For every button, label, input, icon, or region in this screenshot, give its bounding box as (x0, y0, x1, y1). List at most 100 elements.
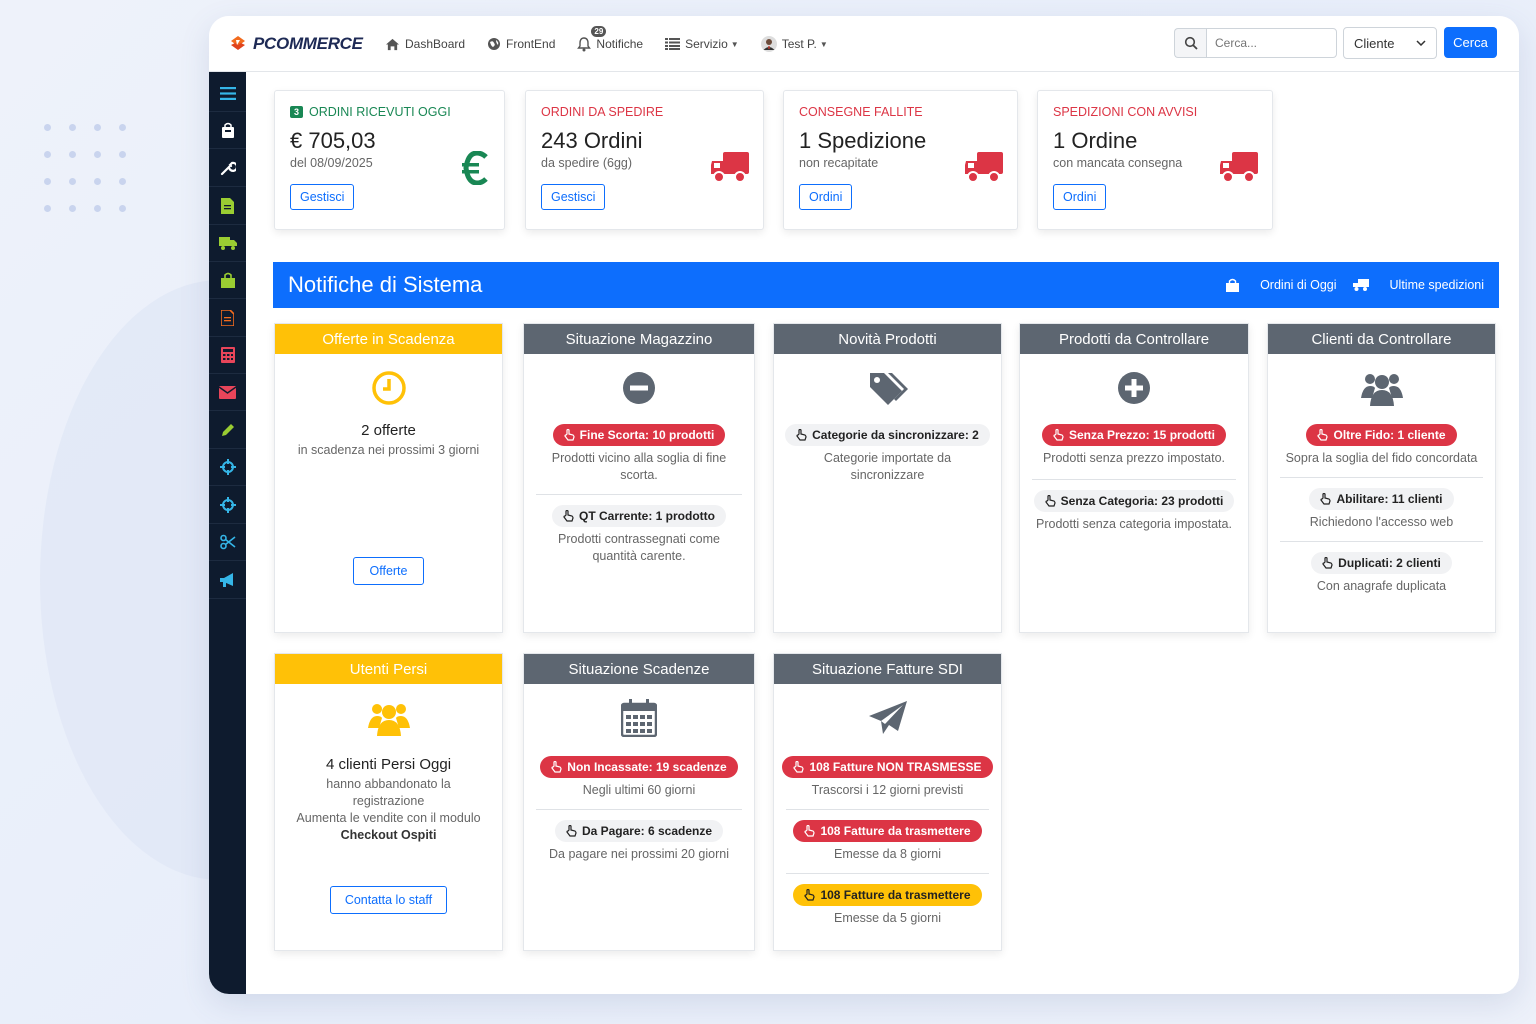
search-button[interactable]: Cerca (1444, 27, 1497, 58)
duplicati-text: Con anagrafe duplicata (1316, 579, 1447, 593)
categorie-text: Categorie importate da sincronizzare (823, 451, 952, 482)
background-dots (44, 124, 134, 219)
search-scope-select[interactable]: Cliente (1343, 27, 1437, 59)
fatture-da-trasmettere-warning-pill[interactable]: 108 Fatture da trasmettere (793, 884, 982, 906)
panel-situazione-magazzino: Situazione Magazzino Fine Scorta: 10 pro… (523, 323, 755, 633)
bag-icon (1226, 278, 1240, 292)
truck-icon (711, 152, 749, 183)
pill-label: Categorie da sincronizzare: 2 (812, 428, 979, 442)
sidebar-truck-icon[interactable] (209, 225, 246, 262)
brand-name: PCOMMERCE (253, 34, 363, 53)
offerte-button[interactable]: Offerte (352, 557, 425, 585)
caret-down-icon: ▼ (730, 39, 739, 49)
panel-utenti-persi: Utenti Persi 4 clienti Persi Oggi hanno … (274, 653, 503, 951)
sidebar-bag-icon[interactable] (209, 262, 246, 299)
categorie-pill[interactable]: Categorie da sincronizzare: 2 (785, 424, 990, 446)
oltre-fido-pill[interactable]: Oltre Fido: 1 cliente (1306, 424, 1457, 446)
sidebar (209, 72, 246, 994)
sidebar-crosshair-icon-2[interactable] (209, 487, 246, 524)
senza-categoria-pill[interactable]: Senza Categoria: 23 prodotti (1033, 490, 1235, 512)
sidebar-mail-icon[interactable] (209, 374, 246, 411)
sidebar-calculator-icon[interactable] (209, 337, 246, 374)
sidebar-invoice-icon[interactable] (209, 300, 246, 337)
divider (536, 494, 742, 495)
panel-fatture-sdi: Situazione Fatture SDI 108 Fatture NON T… (773, 653, 1002, 951)
nav-servizio[interactable]: Servizio ▼ (665, 37, 739, 51)
ordini-di-oggi-link[interactable]: Ordini di Oggi (1226, 278, 1337, 292)
sidebar-scissors-icon[interactable] (209, 524, 246, 561)
euro-icon (462, 151, 488, 185)
da-pagare-pill[interactable]: Da Pagare: 6 scadenze (554, 820, 724, 842)
stat-label: CONSEGNE FALLITE (799, 105, 923, 119)
checkout-ospiti-label: Checkout Ospiti (340, 828, 437, 842)
stat-label: SPEDIZIONI CON AVVISI (1053, 105, 1198, 119)
nav-user-menu[interactable]: Test P. ▼ (760, 36, 828, 52)
brand-logo[interactable]: PCOMMERCE (227, 33, 363, 55)
duplicati-pill[interactable]: Duplicati: 2 clienti (1311, 552, 1452, 574)
panel-title: Clienti da Controllare (1268, 324, 1495, 354)
senza-prezzo-pill[interactable]: Senza Prezzo: 15 prodotti (1041, 424, 1227, 446)
divider (786, 873, 989, 874)
contatta-staff-button[interactable]: Contatta lo staff (329, 886, 448, 914)
avatar (760, 36, 777, 52)
sidebar-pencil-icon[interactable] (209, 412, 246, 449)
ordini-button[interactable]: Ordini (1053, 184, 1107, 210)
ultime-spedizioni-label: Ultime spedizioni (1389, 278, 1484, 292)
nav-notifiche[interactable]: 29 Notifiche (577, 25, 643, 52)
ultime-spedizioni-link[interactable]: Ultime spedizioni (1352, 278, 1484, 292)
pill-label: Senza Prezzo: 15 prodotti (1068, 428, 1216, 442)
stat-card-ordini-oggi: 3 ORDINI RICEVUTI OGGI € 705,03 del 08/0… (274, 90, 505, 230)
gestisci-button[interactable]: Gestisci (290, 184, 355, 210)
logo-icon (227, 33, 249, 55)
plus-circle-icon (1020, 368, 1248, 408)
panel-title: Situazione Magazzino (524, 324, 754, 354)
ordini-di-oggi-label: Ordini di Oggi (1260, 278, 1337, 292)
sidebar-megaphone-icon[interactable] (209, 562, 246, 599)
abilitare-pill[interactable]: Abilitare: 11 clienti (1309, 488, 1454, 510)
nav-dashboard[interactable]: DashBoard (385, 37, 465, 51)
panel-novita-prodotti: Novità Prodotti Categorie da sincronizza… (773, 323, 1002, 633)
sidebar-cart-icon[interactable] (209, 112, 246, 149)
non-incassate-text: Negli ultimi 60 giorni (582, 783, 696, 797)
user-name: Test P. (781, 37, 817, 51)
sidebar-wrench-icon[interactable] (209, 150, 246, 187)
fatture-5-giorni-text: Emesse da 5 giorni (833, 911, 941, 925)
hand-pointer-icon (1322, 557, 1333, 569)
fatture-da-trasmettere-pill[interactable]: 108 Fatture da trasmettere (793, 820, 982, 842)
nav-frontend[interactable]: FrontEnd (487, 37, 555, 51)
pill-label: 108 Fatture NON TRASMESSE (809, 760, 982, 774)
menu-toggle-icon[interactable] (209, 75, 246, 112)
hand-pointer-icon (1045, 495, 1056, 507)
qt-carente-pill[interactable]: QT Carrente: 1 prodotto (551, 505, 726, 527)
search-input[interactable] (1206, 28, 1337, 58)
panel-title: Novità Prodotti (774, 324, 1001, 354)
panel-title: Situazione Scadenze (524, 654, 754, 684)
list-icon (665, 38, 681, 50)
hand-pointer-icon (1317, 429, 1329, 441)
ordini-button[interactable]: Ordini (799, 184, 853, 210)
fine-scorta-pill[interactable]: Fine Scorta: 10 prodotti (552, 424, 726, 446)
search-icon[interactable] (1174, 28, 1206, 58)
sidebar-document-icon[interactable] (209, 188, 246, 225)
hand-pointer-icon (793, 761, 805, 773)
stat-label: 3 ORDINI RICEVUTI OGGI (290, 105, 489, 119)
oltre-fido-text: Sopra la soglia del fido concordata (1285, 451, 1478, 465)
fatture-non-trasmesse-pill[interactable]: 108 Fatture NON TRASMESSE (782, 756, 993, 778)
gestisci-button[interactable]: Gestisci (541, 184, 606, 210)
sidebar-crosshair-icon[interactable] (209, 449, 246, 486)
pill-label: QT Carrente: 1 prodotto (578, 509, 715, 523)
chevron-down-icon (1416, 40, 1426, 46)
hand-pointer-icon (804, 825, 816, 837)
hand-pointer-icon (563, 510, 574, 522)
section-title: Notifiche di Sistema (288, 272, 483, 297)
panel-prodotti-controllare: Prodotti da Controllare Senza Prezzo: 15… (1019, 323, 1249, 633)
divider (1032, 479, 1236, 480)
fine-scorta-text: Prodotti vicino alla soglia di fine scor… (551, 451, 727, 482)
top-navbar: PCOMMERCE DashBoard FrontEnd 29 Notifich… (209, 16, 1519, 72)
divider (1280, 477, 1483, 478)
truck-icon (965, 152, 1003, 183)
pill-label: Non Incassate: 19 scadenze (567, 760, 727, 774)
hand-pointer-icon (551, 761, 562, 773)
section-header: Notifiche di Sistema Ordini di Oggi Ulti… (273, 262, 1499, 308)
non-incassate-pill[interactable]: Non Incassate: 19 scadenze (540, 756, 738, 778)
